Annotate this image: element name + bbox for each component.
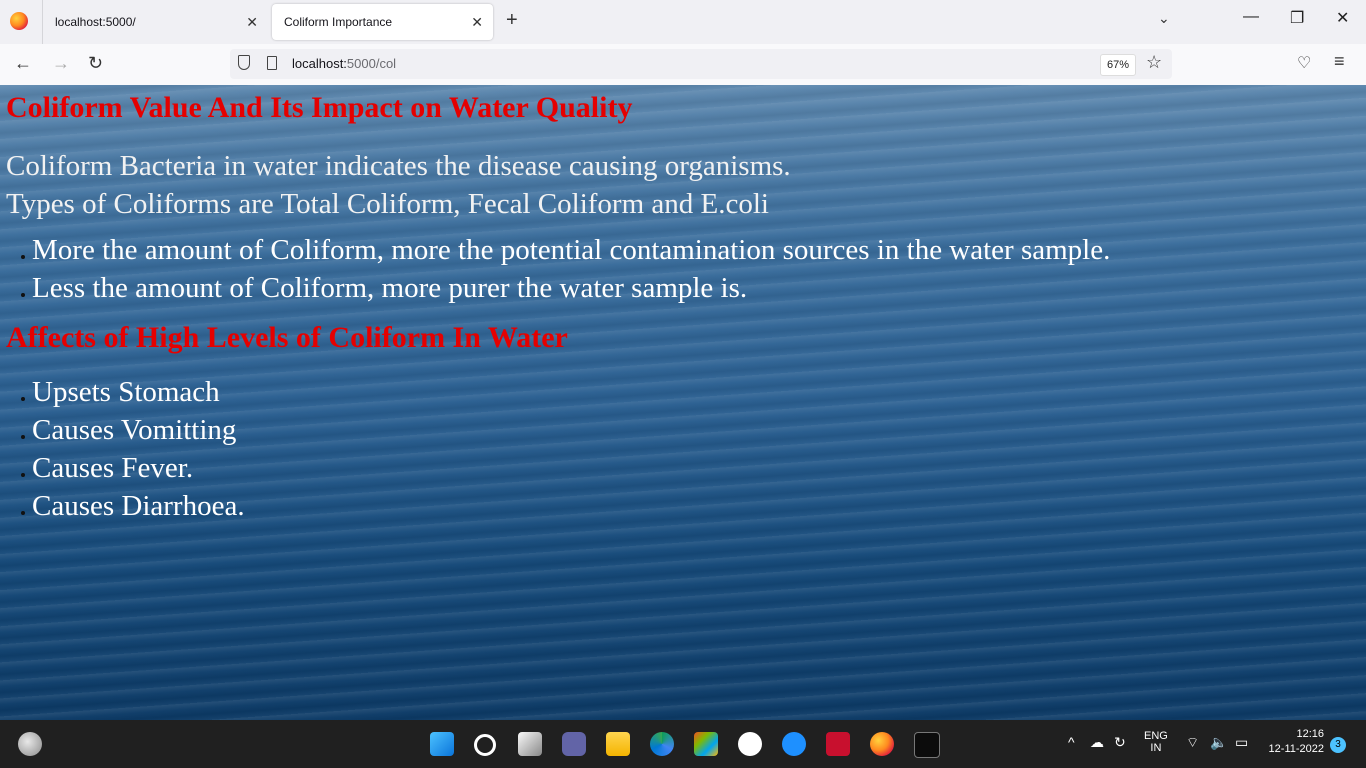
back-arrow-icon[interactable]: ← xyxy=(14,53,32,74)
edge-browser-icon[interactable] xyxy=(650,732,674,756)
section-heading: Affects of High Levels of Coliform In Wa… xyxy=(6,321,568,354)
list-item: Upsets Stomach xyxy=(0,373,245,411)
search-icon[interactable] xyxy=(474,734,496,756)
tab-localhost[interactable]: localhost:5000/ ✕ xyxy=(43,4,268,40)
weather-icon[interactable] xyxy=(18,732,42,756)
pocket-icon[interactable]: ♡ xyxy=(1297,53,1311,73)
list-all-tabs-chevron-icon[interactable]: ⌄ xyxy=(1158,10,1170,27)
terminal-icon[interactable] xyxy=(914,732,940,758)
mcafee-icon[interactable] xyxy=(826,732,850,756)
list-item: Causes Diarrhoea. xyxy=(0,487,245,525)
coliform-points-list: More the amount of Coliform, more the po… xyxy=(0,231,1110,307)
close-window-icon[interactable]: ✕ xyxy=(1336,8,1349,28)
close-tab-icon[interactable]: ✕ xyxy=(471,4,483,40)
new-tab-icon[interactable]: + xyxy=(506,9,518,32)
restore-icon[interactable]: ❐ xyxy=(1290,8,1304,28)
page-info-icon[interactable] xyxy=(267,56,277,70)
taskbar: ^ ☁ ↻ ENG IN ⌔ 🔈 ▭ 12:16 12-11-2022 xyxy=(0,720,1366,768)
github-icon[interactable] xyxy=(738,732,762,756)
list-item: Causes Fever. xyxy=(0,449,245,487)
task-view-icon[interactable] xyxy=(518,732,542,756)
show-hidden-icons-chevron-icon[interactable]: ^ xyxy=(1068,734,1075,750)
clock-time: 12:16 xyxy=(1296,728,1324,740)
wifi-icon[interactable]: ⌔ xyxy=(1186,734,1199,752)
language-indicator[interactable]: ENG IN xyxy=(1144,730,1168,754)
close-tab-icon[interactable]: ✕ xyxy=(246,4,258,40)
onedrive-icon[interactable]: ☁ xyxy=(1090,734,1104,751)
clock[interactable]: 12:16 12-11-2022 xyxy=(1262,728,1324,755)
url-host: localhost: xyxy=(292,56,347,71)
file-explorer-icon[interactable] xyxy=(606,732,630,756)
app-menu-icon[interactable]: ≡ xyxy=(1334,51,1345,72)
help-icon[interactable] xyxy=(782,732,806,756)
navigation-bar: ← → ↻ localhost:5000/col 67% ☆ ♡ ≡ xyxy=(0,44,1366,86)
url-path: 5000/col xyxy=(346,56,397,71)
region-code: IN xyxy=(1150,742,1162,754)
firefox-logo-icon xyxy=(10,12,28,30)
sync-icon[interactable]: ↻ xyxy=(1114,734,1126,751)
tab-coliform-importance[interactable]: Coliform Importance ✕ xyxy=(272,4,493,40)
page-content: Coliform Value And Its Impact on Water Q… xyxy=(0,85,1366,720)
clock-date: 12-11-2022 xyxy=(1268,743,1324,755)
bookmark-star-icon[interactable]: ☆ xyxy=(1146,52,1162,73)
list-item: Causes Vomitting xyxy=(0,411,245,449)
forward-arrow-icon[interactable]: → xyxy=(52,53,70,74)
tab-title: localhost:5000/ xyxy=(55,15,136,29)
tab-bar: localhost:5000/ ✕ Coliform Importance ✕ … xyxy=(0,0,1366,44)
url-text[interactable]: localhost:5000/col xyxy=(292,56,396,71)
volume-icon[interactable]: 🔈 xyxy=(1210,734,1227,751)
page-heading: Coliform Value And Its Impact on Water Q… xyxy=(6,91,633,124)
battery-icon[interactable]: ▭ xyxy=(1235,734,1248,751)
effects-list: Upsets Stomach Causes Vomitting Causes F… xyxy=(0,373,245,525)
intro-text: Coliform Bacteria in water indicates the… xyxy=(6,147,791,223)
firefox-taskbar-icon[interactable] xyxy=(870,732,894,756)
list-item: Less the amount of Coliform, more purer … xyxy=(0,269,1110,307)
address-bar[interactable]: localhost:5000/col 67% ☆ xyxy=(230,49,1172,79)
intro-line: Coliform Bacteria in water indicates the… xyxy=(6,150,791,182)
tracking-protection-shield-icon[interactable] xyxy=(238,55,250,70)
minimize-icon[interactable]: — xyxy=(1243,8,1259,26)
language-code: ENG xyxy=(1144,730,1168,742)
intro-line: Types of Coliforms are Total Coliform, F… xyxy=(6,188,769,220)
teams-chat-icon[interactable] xyxy=(562,732,586,756)
notification-count-badge[interactable]: 3 xyxy=(1330,737,1346,753)
reload-icon[interactable]: ↻ xyxy=(88,53,103,74)
zoom-level-button[interactable]: 67% xyxy=(1100,54,1137,76)
microsoft-store-icon[interactable] xyxy=(694,732,718,756)
start-windows-icon[interactable] xyxy=(430,732,454,756)
tab-title: Coliform Importance xyxy=(284,15,393,29)
list-item: More the amount of Coliform, more the po… xyxy=(0,231,1110,269)
